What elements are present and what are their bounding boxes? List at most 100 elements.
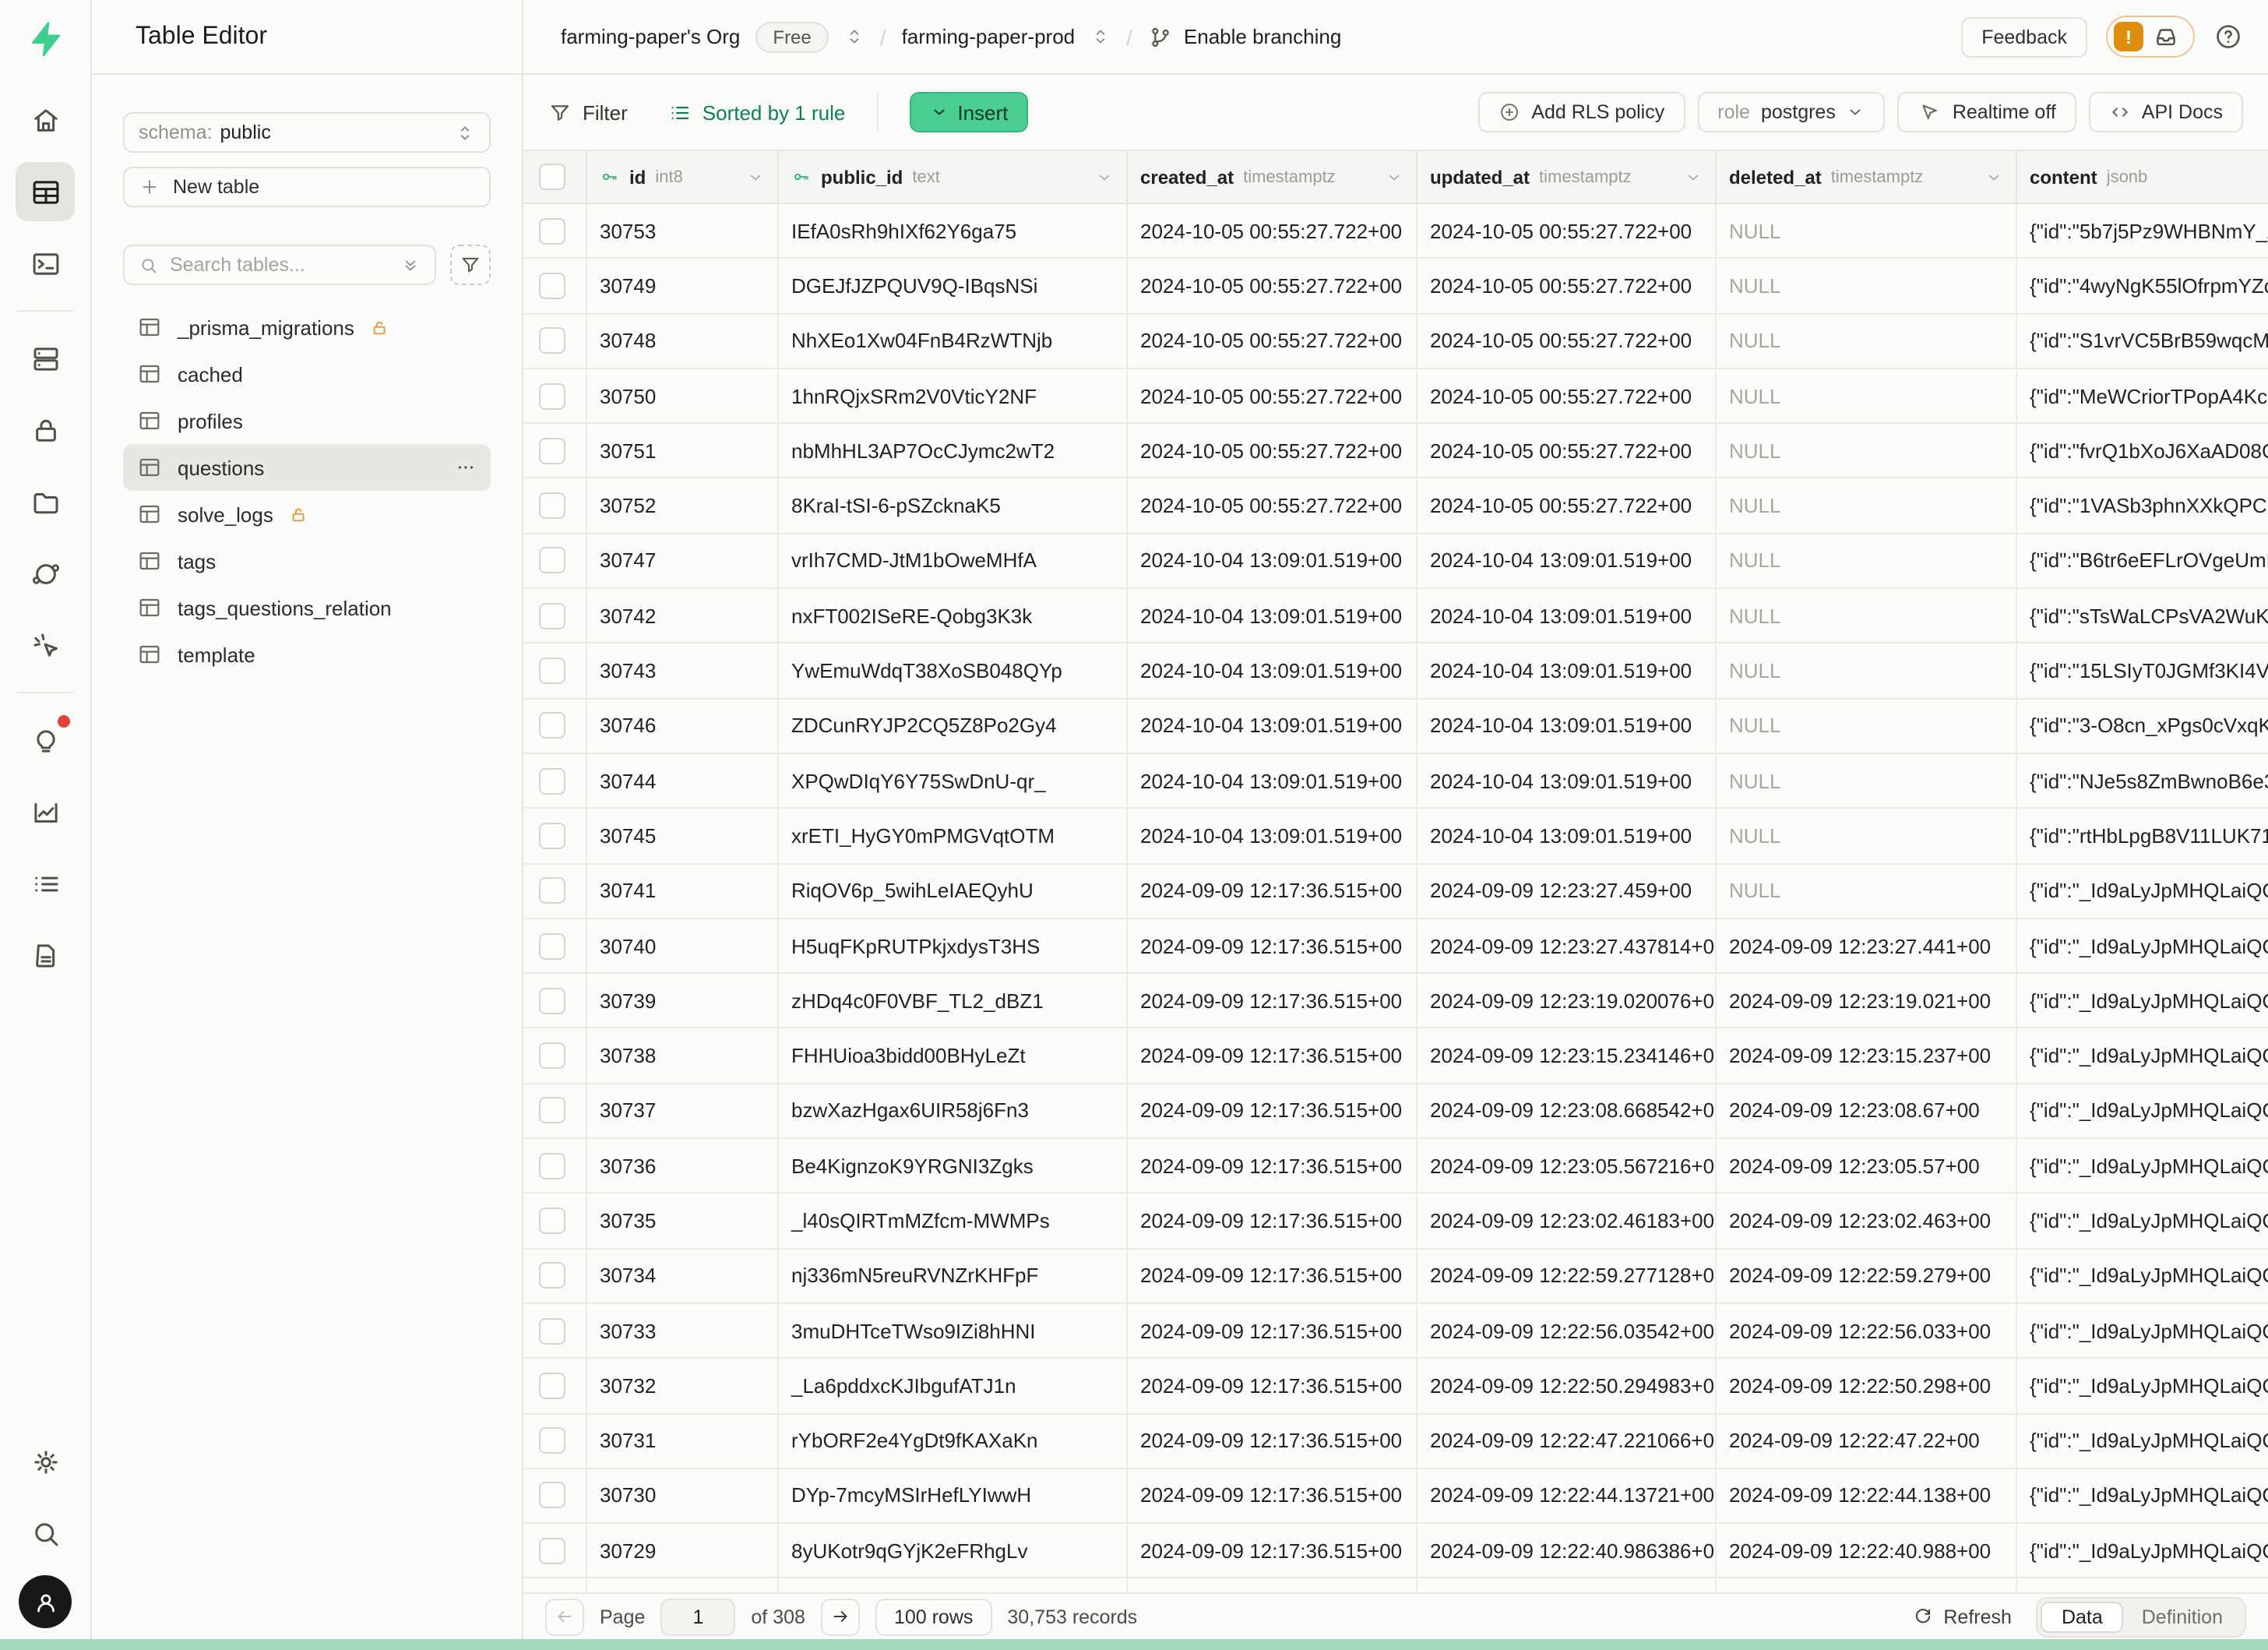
cell-updated_at[interactable]: 2024-09-09 12:22:40.986386+00 [1418, 1524, 1717, 1578]
cell-public_id[interactable]: 0L5BAfDaLDl5rQOiqeKPO [779, 1579, 1128, 1592]
cell-deleted_at[interactable]: 2024-09-09 12:22:40.988+00 [1717, 1524, 2017, 1578]
row-checkbox[interactable] [539, 602, 565, 629]
cell-deleted_at[interactable]: 2024-09-09 12:23:05.57+00 [1717, 1139, 2017, 1193]
cell-id[interactable]: 30747 [587, 534, 779, 588]
cell-content[interactable]: {"id":"4wyNgK55lOfrpmYZc [2017, 259, 2268, 313]
cell-updated_at[interactable]: 2024-09-09 12:22:47.221066+00 [1418, 1414, 1717, 1468]
cell-public_id[interactable]: NhXEo1Xw04FnB4RzWTNjb [779, 314, 1128, 368]
column-header-public_id[interactable]: public_idtext [779, 151, 1128, 203]
row-checkbox[interactable] [539, 767, 565, 794]
cell-content[interactable]: {"id":"_Id9aLyJpMHQLaiQC [2017, 1359, 2268, 1412]
cell-id[interactable]: 30739 [587, 974, 779, 1028]
cell-id[interactable]: 30729 [587, 1524, 779, 1578]
rail-item-reports[interactable] [16, 782, 75, 841]
cell-created_at[interactable]: 2024-09-09 12:17:36.515+00 [1128, 1029, 1418, 1083]
rail-item-home[interactable] [16, 90, 75, 150]
cell-content[interactable]: {"id":"3-O8cn_xPgs0cVxqKE [2017, 699, 2268, 753]
supabase-logo-icon[interactable] [25, 19, 65, 59]
cell-created_at[interactable]: 2024-09-09 12:17:36.515+00 [1128, 864, 1418, 918]
cell-created_at[interactable]: 2024-09-09 12:17:36.515+00 [1128, 919, 1418, 973]
row-checkbox[interactable] [539, 1373, 565, 1399]
cell-deleted_at[interactable]: NULL [1717, 864, 2017, 918]
cell-public_id[interactable]: zHDq4c0F0VBF_TL2_dBZ1 [779, 974, 1128, 1028]
cell-updated_at[interactable]: 2024-09-09 12:22:56.03542+00 [1418, 1304, 1717, 1358]
cell-created_at[interactable]: 2024-09-09 12:17:36.515+00 [1128, 1524, 1418, 1578]
cell-content[interactable]: {"id":"_Id9aLyJpMHQLaiQC [2017, 1139, 2268, 1193]
cell-id[interactable]: 30738 [587, 1029, 779, 1083]
cell-deleted_at[interactable]: NULL [1717, 314, 2017, 368]
cell-content[interactable]: {"id":"_Id9aLyJpMHQLaiQC [2017, 1084, 2268, 1138]
cell-created_at[interactable]: 2024-09-09 12:17:36.515+00 [1128, 974, 1418, 1028]
cell-updated_at[interactable]: 2024-10-05 00:55:27.722+00 [1418, 314, 1717, 368]
cell-created_at[interactable]: 2024-09-09 12:17:36.515+00 [1128, 1249, 1418, 1303]
cell-created_at[interactable]: 2024-10-05 00:55:27.722+00 [1128, 424, 1418, 478]
cell-created_at[interactable]: 2024-10-04 13:09:01.519+00 [1128, 809, 1418, 863]
sort-button[interactable]: Sorted by 1 rule [668, 100, 846, 124]
cell-id[interactable]: 30740 [587, 919, 779, 973]
cell-updated_at[interactable]: 2024-10-05 00:55:27.722+00 [1418, 424, 1717, 478]
row-checkbox[interactable] [539, 1538, 565, 1564]
row-checkbox[interactable] [539, 1317, 565, 1344]
filter-tables-button[interactable] [450, 245, 491, 285]
rail-item-edge-functions[interactable] [16, 544, 75, 603]
cell-created_at[interactable]: 2024-09-09 12:17:36.515+00 [1128, 1194, 1418, 1248]
cell-updated_at[interactable]: 2024-10-05 00:55:27.722+00 [1418, 369, 1717, 423]
cell-content[interactable]: {"id":"sTsWaLCPsVA2WuK2 [2017, 589, 2268, 643]
cell-id[interactable]: 30752 [587, 479, 779, 533]
select-all-checkbox[interactable] [539, 164, 565, 190]
cell-created_at[interactable]: 2024-10-05 00:55:27.722+00 [1128, 314, 1418, 368]
row-checkbox[interactable] [539, 1208, 565, 1234]
row-checkbox[interactable] [539, 933, 565, 959]
cell-deleted_at[interactable]: 2024-09-09 12:22:50.298+00 [1717, 1359, 2017, 1412]
cell-id[interactable]: 30751 [587, 424, 779, 478]
rail-item-database[interactable] [16, 329, 75, 388]
row-checkbox[interactable] [539, 713, 565, 739]
row-checkbox[interactable] [539, 1152, 565, 1179]
cell-id[interactable]: 30749 [587, 259, 779, 313]
cell-content[interactable]: {"id":"MeWCriorTPopA4Kc9 [2017, 369, 2268, 423]
cell-id[interactable]: 30750 [587, 369, 779, 423]
cell-updated_at[interactable]: 2024-09-09 12:23:15.234146+00 [1418, 1029, 1717, 1083]
rail-item-account[interactable] [19, 1575, 72, 1628]
next-page-button[interactable] [821, 1598, 860, 1635]
row-checkbox[interactable] [539, 492, 565, 519]
cell-id[interactable]: 30745 [587, 809, 779, 863]
cell-deleted_at[interactable]: NULL [1717, 424, 2017, 478]
cell-public_id[interactable]: XPQwDIqY6Y75SwDnU-qr_ [779, 754, 1128, 808]
cell-deleted_at[interactable]: NULL [1717, 479, 2017, 533]
org-switcher-icon[interactable] [844, 26, 865, 47]
cell-public_id[interactable]: bzwXazHgax6UIR58j6Fn3 [779, 1084, 1128, 1138]
previous-page-button[interactable] [545, 1598, 584, 1635]
cell-public_id[interactable]: DYp-7mcyMSIrHefLYIwwH [779, 1469, 1128, 1523]
cell-deleted_at[interactable]: 2024-09-09 12:23:08.67+00 [1717, 1084, 2017, 1138]
column-header-updated_at[interactable]: updated_attimestamptz [1418, 151, 1717, 203]
row-checkbox[interactable] [539, 1427, 565, 1454]
cell-public_id[interactable]: ZDCunRYJP2CQ5Z8Po2Gy4 [779, 699, 1128, 753]
row-checkbox[interactable] [539, 1098, 565, 1124]
rail-item-realtime[interactable] [16, 615, 75, 675]
cell-created_at[interactable]: 2024-10-04 13:09:01.519+00 [1128, 589, 1418, 643]
cell-updated_at[interactable]: 2024-09-09 12:23:27.459+00 [1418, 864, 1717, 918]
cell-content[interactable]: {"id":"1VASb3phnXXkQPCpv [2017, 479, 2268, 533]
cell-id[interactable]: 30753 [587, 204, 779, 258]
new-table-button[interactable]: New table [123, 167, 491, 207]
cell-id[interactable]: 30736 [587, 1139, 779, 1193]
cell-updated_at[interactable]: 2024-10-04 13:09:01.519+00 [1418, 534, 1717, 588]
notifications-button[interactable]: ! [2106, 16, 2195, 58]
cell-id[interactable]: 30742 [587, 589, 779, 643]
cell-content[interactable]: {"id":"_Id9aLyJpMHQLaiQC [2017, 1469, 2268, 1523]
cell-content[interactable]: {"id":"5b7j5Pz9WHBNmY_A [2017, 204, 2268, 258]
cell-public_id[interactable]: Be4KignzoK9YRGNI3Zgks [779, 1139, 1128, 1193]
cell-updated_at[interactable]: 2024-09-09 12:22:59.277128+00 [1418, 1249, 1717, 1303]
cell-id[interactable]: 30730 [587, 1469, 779, 1523]
cell-content[interactable]: {"id":"NJe5s8ZmBwnoB6e3 [2017, 754, 2268, 808]
rail-item-api-docs[interactable] [16, 925, 75, 985]
cell-content[interactable]: {"id":"rtHbLpgB8V11LUK7152 [2017, 809, 2268, 863]
cell-updated_at[interactable]: 2024-09-09 12:23:05.567216+00 [1418, 1139, 1717, 1193]
feedback-button[interactable]: Feedback [1961, 16, 2087, 57]
cell-deleted_at[interactable]: 2024-09-09 12:22:37.958+00 [1717, 1579, 2017, 1592]
cell-content[interactable]: {"id":"_Id9aLyJpMHQLaiQC [2017, 974, 2268, 1028]
help-icon[interactable] [2213, 22, 2243, 51]
more-options-icon[interactable] [455, 457, 477, 478]
row-checkbox[interactable] [539, 988, 565, 1014]
